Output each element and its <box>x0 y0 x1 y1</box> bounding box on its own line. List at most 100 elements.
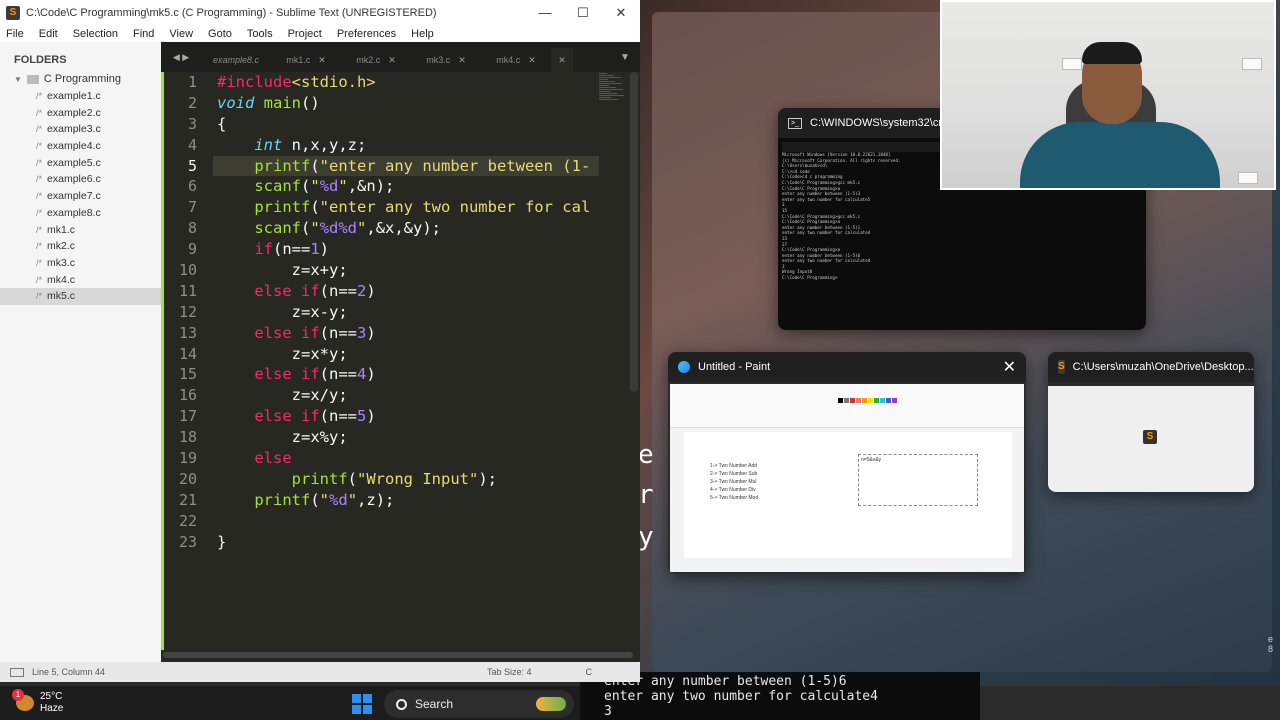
paint-icon <box>678 361 690 373</box>
menu-bar: File Edit Selection Find View Goto Tools… <box>0 26 640 42</box>
paint-title-bar: Untitled - Paint ✕ <box>668 352 1026 382</box>
menu-selection[interactable]: Selection <box>73 28 118 40</box>
close-button[interactable]: ✕ <box>602 5 640 21</box>
sidebar-file[interactable]: /* mk5.c <box>0 288 161 305</box>
menu-help[interactable]: Help <box>411 28 434 40</box>
paint-menu-item: 3-> Two Number Mul <box>710 479 757 485</box>
file-icon: /* <box>36 141 43 152</box>
line-number: 8 <box>187 219 197 238</box>
panel-toggle-icon[interactable] <box>10 667 24 677</box>
syntax-mode[interactable]: C <box>586 667 593 677</box>
code-line: else if(n==5) <box>254 407 376 426</box>
line-number: 10 <box>178 261 197 280</box>
close-icon[interactable]: ✕ <box>318 55 326 66</box>
sidebar-file[interactable]: /* example7.c <box>0 188 161 205</box>
tab-mk4[interactable]: mk4.c ✕ <box>481 48 551 72</box>
cursor-position[interactable]: Line 5, Column 44 <box>32 667 105 677</box>
menu-tools[interactable]: Tools <box>247 28 273 40</box>
sidebar-file[interactable]: /* example1.c <box>0 88 161 105</box>
file-icon: /* <box>36 291 43 302</box>
menu-file[interactable]: File <box>6 28 24 40</box>
terminal-icon: >_ <box>788 117 802 129</box>
horizontal-scrollbar[interactable] <box>163 652 633 658</box>
menu-project[interactable]: Project <box>288 28 322 40</box>
close-icon[interactable]: ✕ <box>558 55 566 66</box>
menu-find[interactable]: Find <box>133 28 154 40</box>
code-line: z=x/y; <box>217 386 348 405</box>
tab-mk1[interactable]: mk1.c ✕ <box>271 48 341 72</box>
wall-socket <box>1242 58 1262 70</box>
vertical-scrollbar[interactable] <box>630 72 638 392</box>
tab-mk5[interactable]: ✕ <box>551 48 573 72</box>
windows-start-icon[interactable] <box>352 694 372 714</box>
tab-size[interactable]: Tab Size: 4 <box>487 667 532 677</box>
minimize-button[interactable]: — <box>526 5 564 21</box>
paint-box-label: n=5&x&y <box>861 457 882 463</box>
code-line: printf("enter any number between (1- <box>213 155 599 177</box>
sublime-icon: S <box>1058 360 1065 374</box>
sidebar-file[interactable]: /* example6.c <box>0 171 161 188</box>
sidebar-file[interactable]: /* mk1.c <box>0 222 161 239</box>
sublime-icon: S <box>6 6 20 20</box>
color-palette-icon <box>838 398 897 403</box>
tab-scroll-arrows[interactable]: ◀ ▶ <box>161 43 201 71</box>
webcam-overlay <box>940 0 1276 190</box>
terminal-line: enter any two number for calculate4 <box>604 689 878 704</box>
code-line: else if(n==3) <box>254 323 376 342</box>
code-line: void main() <box>217 93 320 112</box>
close-icon[interactable]: ✕ <box>1003 357 1016 377</box>
temperature: 25°C <box>40 691 63 702</box>
sidebar-file-label: mk1.c <box>47 223 76 236</box>
notification-badge: 1 <box>12 689 24 701</box>
terminal-line: enter any number between (1-5)6 <box>604 674 847 689</box>
sidebar: FOLDERS ▼ C Programming /* example1.c /* ex… <box>0 42 161 662</box>
sidebar-file[interactable]: /* example4.c <box>0 138 161 155</box>
sidebar-file[interactable]: /* mk4.c <box>0 272 161 289</box>
file-icon: /* <box>36 157 43 168</box>
taskbar-search[interactable]: Search <box>384 690 574 718</box>
line-number: 14 <box>178 344 197 363</box>
code-line: z=x+y; <box>217 261 348 280</box>
paint-window-thumbnail[interactable]: Untitled - Paint ✕ 1-> Two Number Add 2-… <box>668 352 1026 574</box>
menu-preferences[interactable]: Preferences <box>337 28 396 40</box>
sidebar-file[interactable]: /* example8.c <box>0 205 161 222</box>
status-bar: Line 5, Column 44 Tab Size: 4 C <box>0 662 640 682</box>
sidebar-file[interactable]: /* example5.c <box>0 155 161 172</box>
maximize-button[interactable]: ☐ <box>564 5 602 21</box>
tab-mk2[interactable]: mk2.c ✕ <box>341 48 411 72</box>
sidebar-file[interactable]: /* example3.c <box>0 121 161 138</box>
explorer-window-thumbnail[interactable]: S C:\Users\muzah\OneDrive\Desktop... S <box>1048 352 1254 492</box>
tab-label: mk3.c <box>426 55 451 65</box>
close-icon[interactable]: ✕ <box>388 55 396 66</box>
sidebar-file[interactable]: /* example2.c <box>0 105 161 122</box>
sidebar-file[interactable]: /* mk3.c <box>0 255 161 272</box>
tab-example8[interactable]: example8.c <box>201 48 271 72</box>
code-line: else if(n==2) <box>254 281 376 300</box>
code-line: z=x*y; <box>217 344 348 363</box>
terminal-strip: enter any number between (1-5)6 enter any… <box>580 672 980 720</box>
menu-view[interactable]: View <box>169 28 193 40</box>
person-body <box>1020 122 1220 188</box>
minimap[interactable] <box>599 72 629 112</box>
line-number: 21 <box>178 490 197 509</box>
tab-label: mk1.c <box>286 55 311 65</box>
sidebar-file[interactable]: /* mk2.c <box>0 238 161 255</box>
menu-goto[interactable]: Goto <box>208 28 232 40</box>
weather-widget[interactable]: 1 25°C Haze <box>0 689 63 715</box>
line-number: 20 <box>178 469 197 488</box>
line-number: 6 <box>187 177 197 196</box>
chevron-down-icon[interactable]: ▼ <box>620 52 640 63</box>
tab-mk3[interactable]: mk3.c ✕ <box>411 48 481 72</box>
sidebar-file-label: mk5.c <box>47 290 76 303</box>
line-number: 9 <box>187 240 197 259</box>
close-icon[interactable]: ✕ <box>528 55 536 66</box>
folder-c-programming[interactable]: ▼ C Programming <box>0 70 161 88</box>
weather-icon: 1 <box>12 689 34 711</box>
code-line: printf("Wrong Input"); <box>291 469 497 488</box>
tab-label: mk4.c <box>496 55 521 65</box>
code-editor[interactable]: #include<stdio.h> void main() { int n,x,… <box>213 72 599 650</box>
close-icon[interactable]: ✕ <box>458 55 466 66</box>
menu-edit[interactable]: Edit <box>39 28 58 40</box>
line-number: 12 <box>178 302 197 321</box>
person-hair <box>1082 42 1142 64</box>
